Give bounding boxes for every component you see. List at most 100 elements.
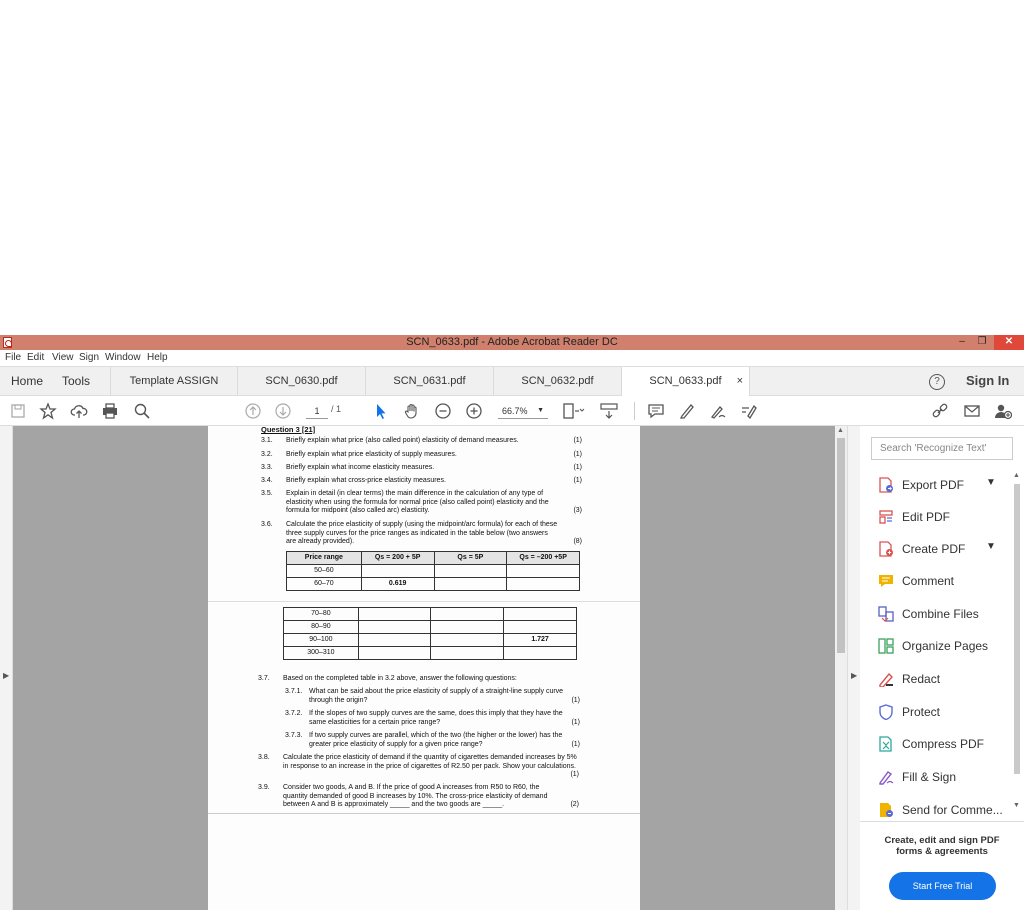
page-number-input[interactable]: 1: [306, 403, 328, 419]
table-header-row: Price range Qs = 200 + 5P Qs = 5P Qs = –…: [286, 551, 580, 565]
tool-label: Create PDF: [902, 542, 966, 556]
tab-scn-0631[interactable]: SCN_0631.pdf: [366, 367, 494, 396]
document-scrollbar[interactable]: ▲: [835, 426, 847, 910]
scroll-up-icon[interactable]: ▲: [1013, 472, 1020, 479]
tab-close-icon[interactable]: ×: [737, 367, 743, 395]
next-page-icon[interactable]: [274, 402, 292, 420]
share-link-icon[interactable]: [931, 402, 949, 420]
menu-window[interactable]: Window: [105, 352, 141, 363]
chevron-down-icon[interactable]: ▼: [986, 541, 996, 552]
menu-help[interactable]: Help: [147, 352, 168, 363]
tab-template-assign[interactable]: Template ASSIGN: [110, 367, 238, 396]
elasticity-table-top: Price range Qs = 200 + 5P Qs = 5P Qs = –…: [286, 551, 580, 591]
menu-file[interactable]: File: [5, 352, 21, 363]
zoom-out-icon[interactable]: [434, 402, 452, 420]
tab-label: SCN_0630.pdf: [265, 375, 338, 387]
tab-label: SCN_0632.pdf: [521, 375, 594, 387]
scroll-down-icon[interactable]: ▼: [1013, 802, 1020, 809]
scrollbar-thumb[interactable]: [1014, 484, 1020, 774]
question-mark: (3): [573, 507, 582, 514]
question-number: 3.7.1.: [285, 688, 303, 695]
question-3-7: 3.7. Based on the completed table in 3.2…: [258, 675, 583, 684]
tab-bar: Home Tools Template ASSIGN SCN_0630.pdf …: [0, 366, 1024, 396]
tool-send-for-comment[interactable]: Send for Comme...: [878, 799, 1018, 823]
cloud-upload-icon[interactable]: [70, 402, 88, 420]
close-window-button[interactable]: ✕: [994, 335, 1024, 350]
document-viewer[interactable]: Question 3 [21] 3.1. Briefly explain wha…: [13, 426, 835, 910]
tool-comment[interactable]: Comment: [878, 570, 1018, 594]
toolbar-divider: [634, 402, 635, 420]
fill-form-icon[interactable]: [740, 402, 758, 420]
menu-sign[interactable]: Sign: [79, 352, 99, 363]
question-3-9: 3.9. Consider two goods, A and B. If the…: [258, 784, 583, 811]
print-icon[interactable]: [101, 402, 119, 420]
draw-sign-icon[interactable]: [709, 402, 727, 420]
question-3-5: 3.5. Explain in detail (in clear terms) …: [261, 490, 586, 517]
tab-home[interactable]: Home: [11, 367, 43, 395]
tab-scn-0632[interactable]: SCN_0632.pdf: [494, 367, 622, 396]
table-cell: 60–70: [286, 577, 362, 591]
bookmark-star-icon[interactable]: [39, 402, 57, 420]
table-cell: [357, 646, 432, 660]
tool-combine-files[interactable]: Combine Files: [878, 603, 1018, 627]
select-cursor-icon[interactable]: [372, 402, 390, 420]
tool-redact[interactable]: Redact: [878, 668, 1018, 692]
zoom-level-select[interactable]: 66.7% ▼: [498, 403, 548, 419]
fill-sign-icon: [879, 771, 894, 785]
right-panel-toggle[interactable]: ▶: [847, 426, 860, 910]
question-mark: (1): [571, 719, 580, 726]
tool-edit-pdf[interactable]: Edit PDF: [878, 506, 1018, 530]
sign-in-button[interactable]: Sign In: [966, 367, 1009, 395]
email-icon[interactable]: [963, 402, 981, 420]
tool-create-pdf[interactable]: Create PDF ▼: [878, 538, 1018, 562]
tool-compress-pdf[interactable]: Compress PDF: [878, 733, 1018, 757]
recognize-text-search-input[interactable]: Search 'Recognize Text': [871, 437, 1013, 460]
tools-scrollbar[interactable]: ▲ ▼: [1012, 472, 1022, 812]
protect-icon: [879, 704, 893, 720]
scrollbar-thumb[interactable]: [837, 438, 845, 653]
hand-tool-icon[interactable]: [403, 402, 421, 420]
table-cell: [506, 564, 580, 578]
question-text: Consider two goods, A and B. If the pric…: [283, 784, 548, 808]
chevron-down-icon: ▼: [537, 407, 544, 414]
question-3-7-1: 3.7.1. What can be said about the price …: [285, 688, 580, 706]
chevron-down-icon[interactable]: ▼: [986, 477, 996, 488]
menu-edit[interactable]: Edit: [27, 352, 44, 363]
tool-label: Edit PDF: [902, 510, 951, 524]
add-user-icon[interactable]: [994, 402, 1013, 420]
page-fit-icon[interactable]: [562, 402, 586, 420]
menu-view[interactable]: View: [52, 352, 74, 363]
edit-pdf-icon: [879, 510, 893, 524]
window-title: SCN_0633.pdf - Adobe Acrobat Reader DC: [406, 336, 618, 348]
tab-tools[interactable]: Tools: [62, 367, 90, 395]
zoom-in-icon[interactable]: [465, 402, 483, 420]
tab-scn-0630[interactable]: SCN_0630.pdf: [238, 367, 366, 396]
tool-export-pdf[interactable]: Export PDF ▼: [878, 474, 1018, 498]
question-number: 3.5.: [261, 490, 273, 497]
tool-organize-pages[interactable]: Organize Pages: [878, 635, 1018, 659]
comment-tool-icon[interactable]: [647, 402, 665, 420]
table-cell: 300–310: [283, 646, 359, 660]
tab-scn-0633[interactable]: SCN_0633.pdf ×: [622, 367, 750, 396]
scroll-up-icon[interactable]: ▲: [837, 427, 844, 434]
tool-fill-sign[interactable]: Fill & Sign: [878, 766, 1018, 790]
maximize-button[interactable]: ❐: [975, 335, 989, 350]
previous-page-icon[interactable]: [244, 402, 262, 420]
expand-left-icon: ▶: [3, 671, 10, 680]
toolbar: 1 / 1 66.7% ▼: [0, 396, 1024, 426]
left-panel-toggle[interactable]: ▶: [0, 426, 13, 910]
tool-protect[interactable]: Protect: [878, 701, 1018, 725]
create-pdf-icon: [879, 541, 893, 557]
save-icon[interactable]: [9, 402, 27, 420]
highlight-pen-icon[interactable]: [678, 402, 696, 420]
acrobat-window: SCN_0633.pdf - Adobe Acrobat Reader DC –…: [0, 335, 1024, 910]
table-cell: [503, 607, 577, 621]
question-number: 3.7.: [258, 675, 270, 682]
start-free-trial-button[interactable]: Start Free Trial: [889, 872, 996, 900]
scroll-mode-icon[interactable]: [599, 402, 619, 420]
search-zoom-icon[interactable]: [133, 402, 151, 420]
help-icon[interactable]: ?: [929, 374, 945, 390]
comment-icon: [879, 575, 893, 587]
table-row: 300–310: [283, 646, 577, 660]
minimize-button[interactable]: –: [955, 335, 969, 350]
